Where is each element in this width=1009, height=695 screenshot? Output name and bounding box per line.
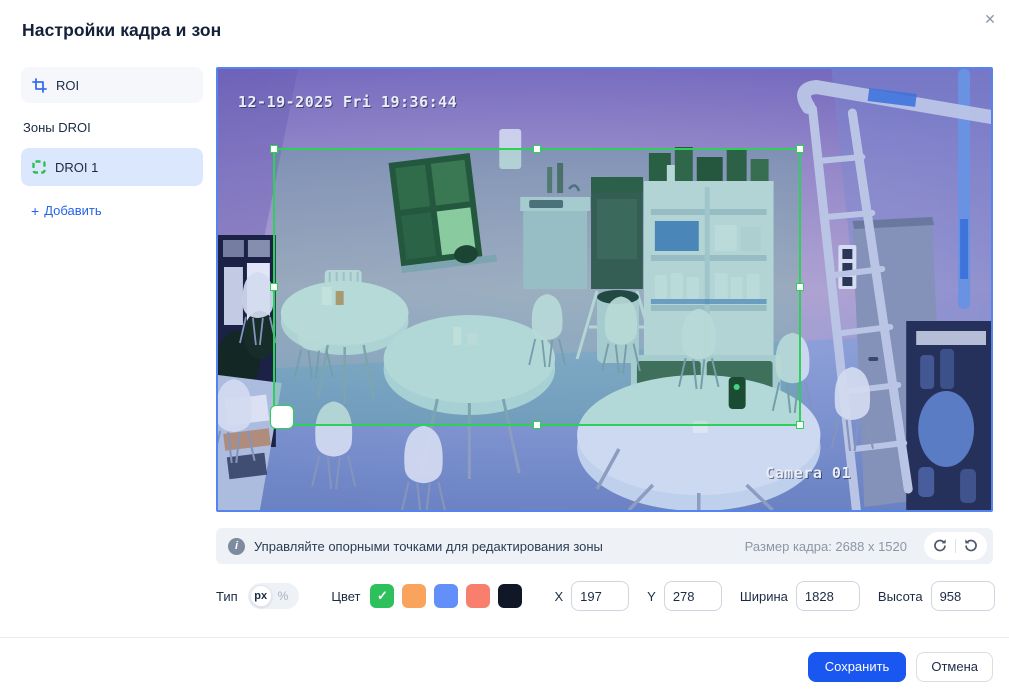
modal-footer: Сохранить Отмена bbox=[0, 637, 1009, 695]
unit-option-px[interactable]: px bbox=[250, 585, 272, 607]
zones-heading: Зоны DROI bbox=[23, 120, 201, 135]
frame-size-label: Размер кадра: 2688 x 1520 bbox=[745, 539, 907, 554]
crop-icon bbox=[32, 78, 47, 93]
field-height: Высота bbox=[878, 581, 995, 611]
zone-controls: Тип px % Цвет ✓ X bbox=[216, 580, 993, 612]
roi-selection-box[interactable] bbox=[273, 148, 801, 426]
sidebar-item-roi[interactable]: ROI bbox=[21, 67, 203, 103]
add-zone-label: Добавить bbox=[44, 203, 101, 218]
close-icon[interactable]: ✕ bbox=[979, 8, 1001, 30]
undo-icon[interactable] bbox=[962, 537, 980, 555]
field-width: Ширина bbox=[740, 581, 860, 611]
color-swatch-green[interactable]: ✓ bbox=[370, 584, 394, 608]
roi-label: ROI bbox=[56, 78, 79, 93]
roi-handle-n[interactable] bbox=[533, 145, 541, 153]
height-label: Высота bbox=[878, 589, 923, 604]
info-icon: i bbox=[228, 538, 245, 555]
sidebar-item-droi-1[interactable]: DROI 1 bbox=[21, 148, 203, 186]
sidebar: ROI Зоны DROI DROI 1 + Добавить bbox=[21, 67, 203, 612]
info-bar: i Управляйте опорными точками для редакт… bbox=[216, 528, 993, 564]
camera-name-label: Camera 01 bbox=[765, 464, 851, 482]
check-icon: ✓ bbox=[377, 588, 388, 604]
modal-header: Настройки кадра и зон bbox=[0, 0, 1009, 41]
width-label: Ширина bbox=[740, 589, 788, 604]
y-input[interactable] bbox=[664, 581, 722, 611]
roi-handle-sw[interactable] bbox=[270, 405, 294, 429]
x-input[interactable] bbox=[571, 581, 629, 611]
camera-preview[interactable]: 12-19-2025 Fri 19:36:44 Camera 01 bbox=[216, 67, 993, 512]
field-y: Y bbox=[647, 581, 722, 611]
color-swatch-orange[interactable] bbox=[402, 584, 426, 608]
plus-icon: + bbox=[31, 204, 39, 218]
field-x: X bbox=[554, 581, 629, 611]
roi-handle-w[interactable] bbox=[270, 283, 278, 291]
roi-handle-nw[interactable] bbox=[270, 145, 278, 153]
video-timestamp: 12-19-2025 Fri 19:36:44 bbox=[238, 93, 457, 111]
color-swatch-salmon[interactable] bbox=[466, 584, 490, 608]
cancel-button[interactable]: Отмена bbox=[916, 652, 993, 682]
unit-toggle[interactable]: px % bbox=[248, 583, 300, 609]
zone-icon bbox=[32, 160, 46, 174]
color-swatches: ✓ bbox=[370, 584, 522, 608]
hint-text: Управляйте опорными точками для редактир… bbox=[254, 539, 736, 554]
roi-handle-e[interactable] bbox=[796, 283, 804, 291]
y-label: Y bbox=[647, 589, 656, 604]
roi-handle-se[interactable] bbox=[796, 421, 804, 429]
save-button[interactable]: Сохранить bbox=[808, 652, 907, 682]
color-swatch-blue[interactable] bbox=[434, 584, 458, 608]
color-label: Цвет bbox=[331, 589, 360, 604]
redo-icon[interactable] bbox=[931, 537, 949, 555]
main-panel: 12-19-2025 Fri 19:36:44 Camera 01 i Упра… bbox=[216, 67, 993, 612]
color-swatch-dark[interactable] bbox=[498, 584, 522, 608]
x-label: X bbox=[554, 589, 563, 604]
page-title: Настройки кадра и зон bbox=[22, 20, 987, 41]
frame-zones-modal: Настройки кадра и зон ✕ ROI Зоны DROI DR… bbox=[0, 0, 1009, 695]
unit-option-percent[interactable]: % bbox=[272, 589, 298, 603]
divider bbox=[955, 539, 956, 553]
width-input[interactable] bbox=[796, 581, 860, 611]
zone-label: DROI 1 bbox=[55, 160, 98, 175]
add-zone-button[interactable]: + Добавить bbox=[31, 203, 203, 218]
roi-handle-s[interactable] bbox=[533, 421, 541, 429]
history-controls bbox=[924, 532, 987, 560]
height-input[interactable] bbox=[931, 581, 995, 611]
type-label: Тип bbox=[216, 589, 238, 604]
roi-handle-ne[interactable] bbox=[796, 145, 804, 153]
